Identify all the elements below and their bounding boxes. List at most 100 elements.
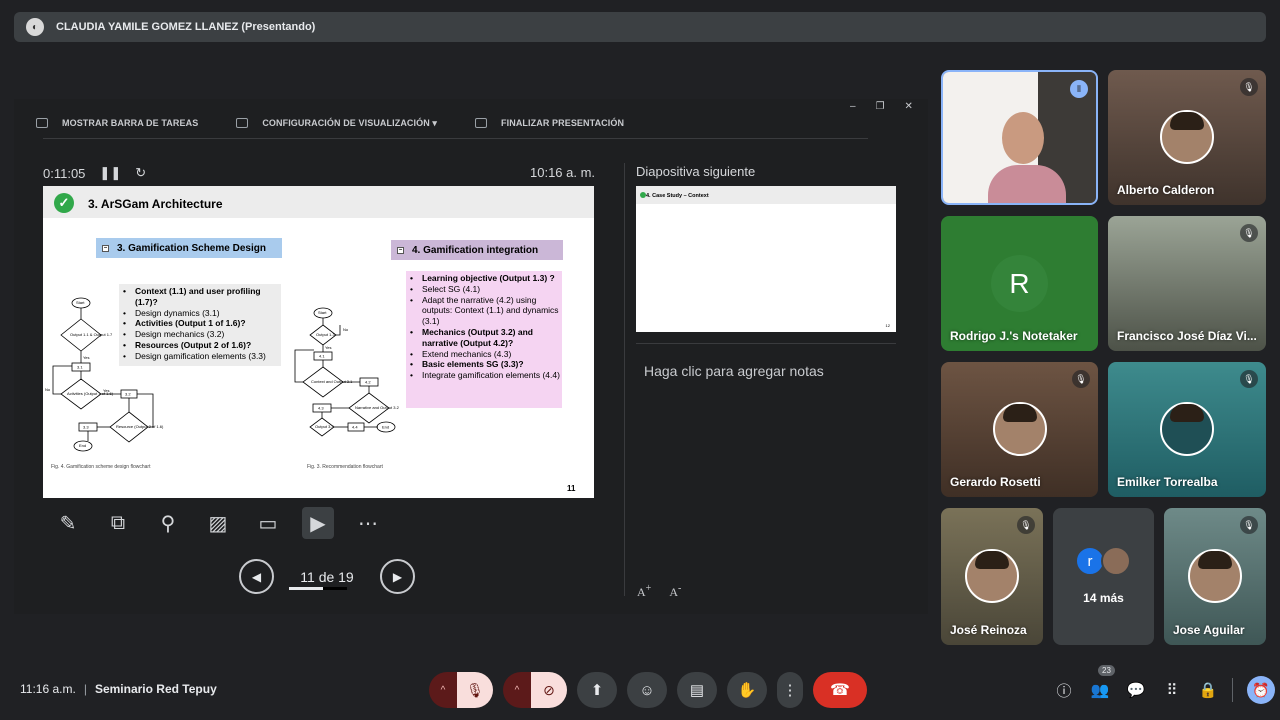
mic-off-icon: 🎙 xyxy=(1240,78,1258,96)
video-options-chevron-icon[interactable]: ^ xyxy=(503,672,531,708)
raise-hand-button[interactable]: ✋ xyxy=(727,672,767,708)
presenter-banner: ◐ CLAUDIA YAMILE GOMEZ LLANEZ (Presentan… xyxy=(14,12,1266,42)
flow2-42: 4.2 xyxy=(365,380,371,385)
section-scheme-design-label: 3. Gamification Scheme Design xyxy=(117,242,266,254)
flow2-no: No xyxy=(343,327,349,332)
current-time: 10:16 a. m. xyxy=(530,165,596,180)
section-integration: –4. Gamification integration xyxy=(391,240,563,260)
audio-options-chevron-icon[interactable]: ^ xyxy=(429,672,457,708)
flow2-d2: Context and Output 3.1 xyxy=(311,379,353,384)
participant-avatar xyxy=(993,402,1047,456)
chat-icon[interactable]: 💬 xyxy=(1118,676,1154,704)
camera-icon[interactable]: ▶ xyxy=(302,507,334,539)
participant-avatar xyxy=(1188,549,1242,603)
participant-tile-emilker[interactable]: 🎙 Emilker Torrealba xyxy=(1108,362,1266,497)
next-slide-preview[interactable]: 4. Case Study – Context 12 xyxy=(636,186,896,332)
slide-page-number: 11 xyxy=(567,484,576,493)
flow1-start: Start xyxy=(76,300,85,305)
display-settings-label: CONFIGURACIÓN DE VISUALIZACIÓN ▾ xyxy=(262,117,438,128)
microphone-control: ^ 🎙 xyxy=(429,672,493,708)
people-icon[interactable]: 👥 23 xyxy=(1082,665,1118,704)
captions-button[interactable]: ▤ xyxy=(677,672,717,708)
next-slide-title: 4. Case Study – Context xyxy=(646,193,709,199)
all-slides-icon[interactable]: ⧉ xyxy=(93,507,143,539)
more-participants-tile[interactable]: r 14 más xyxy=(1053,508,1154,645)
collapse-icon: – xyxy=(397,246,404,254)
participant-name: Francisco José Díaz Vi... xyxy=(1117,329,1257,343)
current-slide[interactable]: ✓ 3. ArSGam Architecture –3. Gamificatio… xyxy=(43,186,594,498)
slide-progress-fill xyxy=(289,587,323,590)
reset-icon[interactable]: ↻ xyxy=(135,165,146,181)
integration-bullets: Learning objective (Output 1.3) ?Select … xyxy=(406,271,562,408)
flow2-41: 4.1 xyxy=(319,354,325,359)
mic-off-icon: 🎙 xyxy=(1240,224,1258,242)
more-options-button[interactable]: ⋮ xyxy=(777,672,803,708)
participant-tile-gerardo[interactable]: 🎙 Gerardo Rosetti xyxy=(941,362,1098,497)
meeting-title: Seminario Red Tepuy xyxy=(94,682,217,696)
more-options-icon[interactable]: ⋯ xyxy=(343,507,393,539)
participant-tile-jose-reinoza[interactable]: 🎙 José Reinoza xyxy=(941,508,1043,645)
pause-icon[interactable]: ❚❚ xyxy=(99,165,121,181)
reactions-button[interactable]: ☺ xyxy=(627,672,667,708)
show-taskbar-button[interactable]: MOSTRAR BARRA DE TAREAS xyxy=(36,118,198,128)
present-screen-button[interactable]: ⬆ xyxy=(577,672,617,708)
host-controls-icon[interactable]: 🔒 xyxy=(1190,676,1226,704)
end-presentation-button[interactable]: FINALIZAR PRESENTACIÓN xyxy=(475,118,624,128)
flow2-44: 4.4 xyxy=(352,425,358,430)
zoom-icon[interactable]: ⚲ xyxy=(143,507,193,539)
subtitles-icon[interactable]: ▭ xyxy=(243,507,293,539)
restore-icon[interactable]: ❐ xyxy=(876,101,885,112)
flow2-d3: Narrative and Output 3.2 xyxy=(355,405,400,410)
participant-tile-jose-aguilar[interactable]: 🎙 Jose Aguilar xyxy=(1164,508,1266,645)
mic-off-icon: 🎙 xyxy=(1017,516,1035,534)
black-screen-icon[interactable]: ▨ xyxy=(193,507,243,539)
participant-initial-avatar: R xyxy=(991,255,1048,312)
decrease-font-label: A xyxy=(669,585,678,599)
decrease-font-button[interactable]: A- xyxy=(669,583,681,600)
next-slide-page-number: 12 xyxy=(885,323,890,328)
participant-name: José Reinoza xyxy=(950,623,1027,637)
slide-progress-bar xyxy=(289,587,347,590)
pane-divider xyxy=(624,163,625,596)
figure-caption-4: Fig. 4. Gamification scheme design flowc… xyxy=(51,464,151,470)
participant-tile-presenter[interactable]: ⦀ xyxy=(941,70,1098,205)
presenter-tools: ✎ ⧉ ⚲ ▨ ▭ ▶ ⋯ xyxy=(43,507,393,539)
end-presentation-icon xyxy=(475,118,488,128)
timer-value: 0:11:05 xyxy=(43,165,86,181)
window-controls: – ❐ ✕ xyxy=(850,101,913,112)
increase-font-label: A xyxy=(637,585,646,599)
meeting-time: 11:16 a.m. xyxy=(20,682,76,696)
section-scheme-design: –3. Gamification Scheme Design xyxy=(96,238,282,258)
leave-call-button[interactable]: ☎ xyxy=(813,672,867,708)
presenter-avatar: ◐ xyxy=(26,18,44,36)
mic-off-button[interactable]: 🎙 xyxy=(457,672,493,708)
bullet-item: Integrate gamification elements (4.4) xyxy=(408,370,562,381)
flow2-d1: Output 1.3 xyxy=(316,332,335,337)
slide-counter: 11 de 19 xyxy=(274,569,380,585)
pen-icon[interactable]: ✎ xyxy=(43,507,93,539)
previous-slide-button[interactable]: ◀ xyxy=(239,559,274,594)
participant-avatar xyxy=(1160,110,1214,164)
menu-divider xyxy=(43,138,868,139)
next-slide-button[interactable]: ▶ xyxy=(380,559,415,594)
close-icon[interactable]: ✕ xyxy=(905,101,913,112)
timer-icon[interactable]: ⏰ xyxy=(1247,676,1275,704)
increase-font-button[interactable]: A+ xyxy=(637,583,651,600)
participant-avatar xyxy=(1101,546,1131,576)
flow1-yes-2: Yes xyxy=(103,388,110,393)
meeting-details-icon[interactable]: ⓘ xyxy=(1046,676,1082,704)
bullet-item: Adapt the narrative (4.2) using outputs:… xyxy=(408,295,562,327)
participant-name: Jose Aguilar xyxy=(1173,623,1245,637)
mic-off-icon: 🎙 xyxy=(1072,370,1090,388)
speaker-notes[interactable]: Haga clic para agregar notas xyxy=(644,363,824,379)
activities-icon[interactable]: ⠿ xyxy=(1154,676,1190,704)
participant-name: Emilker Torrealba xyxy=(1117,475,1218,489)
presenter-menu: MOSTRAR BARRA DE TAREAS CONFIGURACIÓN DE… xyxy=(36,115,662,131)
participant-tile-francisco[interactable]: 🎙 Francisco José Díaz Vi... xyxy=(1108,216,1266,351)
minimize-icon[interactable]: – xyxy=(850,101,856,112)
participant-tile-rodrigo[interactable]: R Rodrigo J.'s Notetaker xyxy=(941,216,1098,351)
camera-off-button[interactable]: ⊘ xyxy=(531,672,567,708)
flow2-end: End xyxy=(382,425,389,430)
participant-tile-alberto[interactable]: 🎙 Alberto Calderon xyxy=(1108,70,1266,205)
display-settings-button[interactable]: CONFIGURACIÓN DE VISUALIZACIÓN ▾ xyxy=(236,118,437,129)
